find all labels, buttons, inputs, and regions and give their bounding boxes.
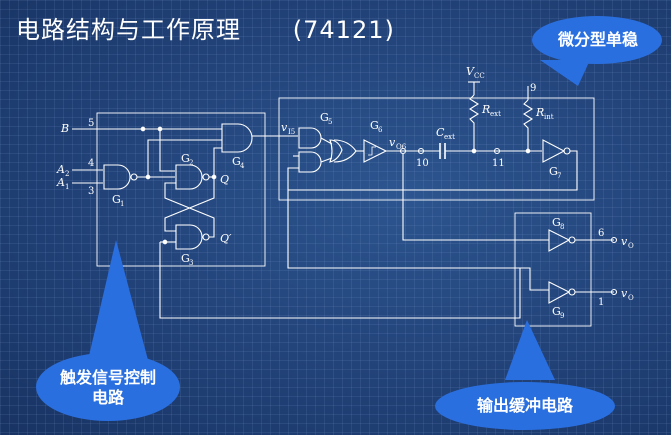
label-vObar-sub: O [628,294,634,302]
gate-G2 [175,164,210,190]
gate-G6 [363,139,388,163]
label-A2: A [56,163,65,176]
label-Rext: R [481,103,490,116]
label-pin9: 9 [530,83,536,94]
gate-G9 [548,281,576,304]
node-Rint [525,148,531,154]
label-vI5: v [281,121,288,134]
wire-cross-1 [164,177,215,232]
callout-trigger-line1: 触发信号控制 [59,368,156,387]
label-vO-sub: O [628,242,634,250]
node-B [140,126,146,132]
resistor-Rint [522,99,534,151]
label-Rint: R [535,106,544,119]
label-A2-pin: 4 [88,158,94,169]
gate-G4 [221,123,253,153]
gate-G8 [548,229,576,252]
label-pin1: 1 [598,297,604,308]
label-Q: Q [220,173,229,186]
label-G9-sub: 9 [560,312,564,320]
label-G4-sub: 4 [240,162,245,170]
label-G3-sub: 3 [189,259,193,267]
label-pin6: 6 [598,228,604,239]
wire-B-to-G2b [159,129,175,172]
label-G7-sub: 7 [557,172,561,180]
gate-G5 [298,127,357,173]
label-vI5-sub: I5 [288,128,295,136]
gate-G1 [103,164,138,190]
callout-buffer: 输出缓冲电路 [476,396,573,415]
label-pin11: 11 [492,158,505,169]
label-Qbar: Q′ [220,232,232,245]
callout-monostable: 微分型单稳 [557,30,638,49]
wire-cross-2 [164,182,215,238]
label-B-pin: 5 [88,118,94,129]
label-A2-sub: 2 [65,170,69,178]
label-A1: A [56,176,65,189]
node-Rext [471,148,477,154]
label-vO: v [621,235,628,248]
wire-G3-down [159,242,521,319]
label-Vcc-sub: CC [474,72,485,80]
label-Cext-sub: ext [444,133,455,141]
callout-trigger-line2: 电路 [91,388,124,407]
node-B2 [157,126,163,132]
label-vO6-sub: O6 [396,143,407,151]
label-G6-sub: 6 [378,126,383,134]
resistor-Rext [468,94,480,151]
label-G2-sub: 2 [189,159,193,167]
gate-G3 [175,224,210,250]
callout-monostable-shape [532,16,662,86]
label-Rint-sub: int [544,113,554,121]
label-vO6: v [389,136,396,149]
label-A1-sub: 1 [65,183,69,191]
label-A1-pin: 3 [88,186,94,197]
label-G5-sub: 5 [328,118,332,126]
label-pin10: 10 [416,158,429,169]
label-vObar: v [621,287,628,300]
label-G1-sub: 1 [120,200,124,208]
wire-B-to-G2 [143,129,148,174]
capacitor-Cext [439,143,446,159]
label-B: B [60,122,69,135]
label-G8-sub: 8 [560,223,564,231]
gate-G7 [542,139,571,163]
label-Rext-sub: ext [490,110,501,118]
